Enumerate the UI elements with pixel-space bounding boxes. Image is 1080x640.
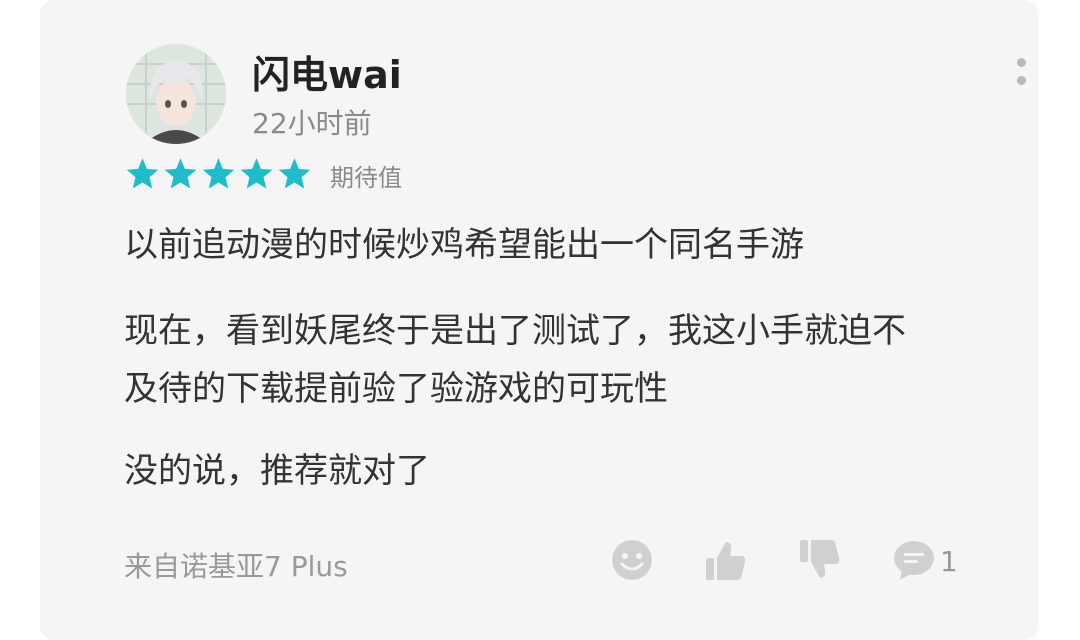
emoji-icon[interactable] [610, 538, 654, 582]
comment-count[interactable]: 1 [940, 545, 958, 578]
review-card: 闪电wai 22小时前 期待值 以前追动漫的时候炒鸡希望能出一个同名手游 现在，… [40, 0, 1038, 640]
star-icon [278, 158, 311, 189]
star-icon [164, 158, 197, 189]
comment-icon[interactable] [892, 538, 936, 582]
review-paragraph-2: 现在，看到妖尾终于是出了测试了，我这小手就迫不 及待的下载提前验了验游戏的可玩性 [124, 302, 906, 418]
avatar[interactable] [126, 44, 226, 144]
review-line: 现在，看到妖尾终于是出了测试了，我这小手就迫不 [124, 311, 906, 351]
review-paragraph-3: 没的说，推荐就对了 [124, 442, 430, 500]
star-icon [202, 158, 235, 189]
review-line: 及待的下载提前验了验游戏的可玩性 [124, 369, 668, 409]
more-vertical-icon[interactable] [1006, 54, 1036, 94]
star-icon [126, 158, 159, 189]
star-icon [240, 158, 273, 189]
thumbs-down-icon[interactable] [798, 538, 842, 582]
username[interactable]: 闪电wai [252, 44, 402, 99]
device-label: 来自诺基亚7 Plus [124, 550, 348, 583]
star-rating [124, 156, 314, 192]
timestamp: 22小时前 [252, 107, 372, 140]
review-line: 没的说，推荐就对了 [124, 451, 430, 491]
review-paragraph-1: 以前追动漫的时候炒鸡希望能出一个同名手游 [124, 216, 804, 274]
thumbs-up-icon[interactable] [704, 538, 748, 582]
rating-label: 期待值 [330, 164, 402, 192]
review-line: 以前追动漫的时候炒鸡希望能出一个同名手游 [124, 225, 804, 265]
